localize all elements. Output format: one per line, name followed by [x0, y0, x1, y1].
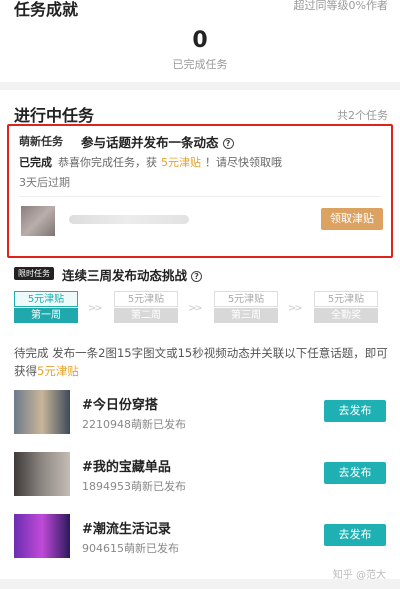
- expiry-text: 3天后过期: [19, 176, 70, 189]
- message-pre: 恭喜你完成任务，获: [58, 156, 157, 169]
- in-progress-card: 进行中任务 共2个任务 萌新任务 参与话题并发布一条动态? 已完成 恭喜你完成任务…: [0, 90, 400, 579]
- week-amount: 5元津贴: [214, 291, 278, 307]
- topic-name: #今日份穿搭: [82, 398, 158, 413]
- limited-task-name-text: 连续三周发布动态挑战: [62, 268, 188, 283]
- week-step-4: 5元津贴 全勤奖: [314, 291, 378, 323]
- newbie-task: 萌新任务 参与话题并发布一条动态? 已完成 恭喜你完成任务，获 5元津贴 ！请尽快领取…: [7, 124, 393, 258]
- week-step-3: 5元津贴 第三周: [214, 291, 278, 323]
- publish-button[interactable]: 去发布: [324, 400, 386, 422]
- week-step-2: 5元津贴 第二周: [114, 291, 178, 323]
- topic-count: 1894953萌新已发布: [82, 480, 186, 493]
- week-amount: 5元津贴: [14, 291, 78, 307]
- help-icon[interactable]: ?: [191, 271, 203, 282]
- topic-image: [14, 452, 70, 496]
- status-done: 已完成: [19, 156, 52, 169]
- week-label: 全勤奖: [314, 308, 378, 323]
- achievement-rank: 超过同等级0%作者: [293, 0, 388, 12]
- help-icon[interactable]: ?: [222, 138, 234, 149]
- publish-button[interactable]: 去发布: [324, 462, 386, 484]
- topic-item[interactable]: #潮流生活记录 904615萌新已发布 去发布: [14, 514, 386, 560]
- week-label: 第一周: [14, 308, 78, 323]
- task-name-text: 参与话题并发布一条动态: [81, 135, 219, 150]
- claim-allowance-button[interactable]: 领取津贴: [321, 208, 383, 230]
- chevron-right-icon: >>: [288, 303, 303, 314]
- task-name: 参与话题并发布一条动态?: [81, 132, 234, 151]
- week-step-1: 5元津贴 第一周: [14, 291, 78, 323]
- blurred-post-text: [69, 215, 189, 224]
- week-amount: 5元津贴: [114, 291, 178, 307]
- topic-count: 904615萌新已发布: [82, 542, 179, 555]
- topic-item[interactable]: #我的宝藏单品 1894953萌新已发布 去发布: [14, 452, 386, 498]
- watermark: 知乎 @范大: [332, 570, 386, 581]
- reward-amount: 5元津贴: [161, 156, 201, 169]
- topic-name: #潮流生活记录: [82, 522, 171, 537]
- chevron-right-icon: >>: [188, 303, 203, 314]
- newbie-tag: 萌新任务: [19, 135, 63, 148]
- chevron-right-icon: >>: [88, 303, 103, 314]
- topic-item[interactable]: #今日份穿搭 2210948萌新已发布 去发布: [14, 390, 386, 436]
- message-post: ！请尽快领取哦: [205, 156, 282, 169]
- week-amount: 5元津贴: [314, 291, 378, 307]
- section-title: 进行中任务: [14, 106, 95, 125]
- week-label: 第二周: [114, 308, 178, 323]
- task-description: 待完成 发布一条2图15字图文或15秒视频动态并关联以下任意话题，即可获得5元津…: [14, 344, 390, 380]
- divider: [19, 196, 381, 197]
- completed-count-label: 已完成任务: [172, 58, 228, 71]
- week-label: 第三周: [214, 308, 278, 323]
- completed-count: 0: [192, 28, 208, 53]
- topic-image: [14, 390, 70, 434]
- publish-button[interactable]: 去发布: [324, 524, 386, 546]
- limited-tag: 限时任务: [14, 267, 54, 280]
- task-status-line: 已完成 恭喜你完成任务，获 5元津贴 ！请尽快领取哦: [19, 154, 282, 170]
- topic-name: #我的宝藏单品: [82, 460, 171, 475]
- topic-image: [14, 514, 70, 558]
- achievement-card: 任务成就 超过同等级0%作者 0 已完成任务: [0, 0, 400, 82]
- description-reward: 5元津贴: [37, 364, 79, 378]
- achievement-title: 任务成就: [14, 0, 79, 19]
- topic-count: 2210948萌新已发布: [82, 418, 186, 431]
- task-total: 共2个任务: [337, 109, 388, 122]
- limited-task-name: 连续三周发布动态挑战?: [62, 265, 203, 284]
- post-thumbnail: [21, 206, 55, 236]
